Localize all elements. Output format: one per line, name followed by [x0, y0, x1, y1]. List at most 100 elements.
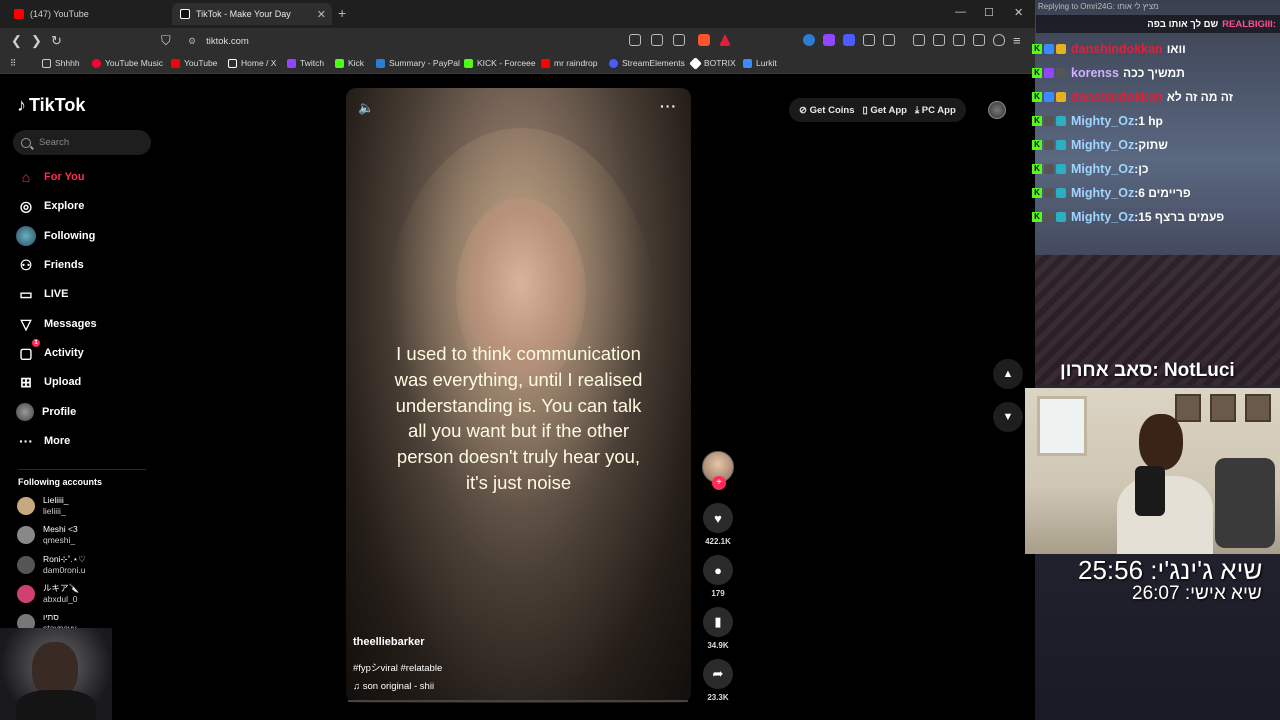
bookmark-label: BOTRIX — [704, 58, 736, 68]
nav-live[interactable]: ▭ LIVE — [16, 283, 156, 305]
bookmark-kick-forceee[interactable]: KICK - Forceee — [464, 58, 536, 68]
nav-messages[interactable]: ▽ Messages — [16, 313, 156, 335]
user-avatar[interactable] — [988, 101, 1006, 119]
extensions-icon[interactable] — [863, 34, 875, 46]
chat-line: K Mighty_Oz : 1 hp — [1032, 110, 1280, 132]
nav-friends[interactable]: ⚇ Friends — [16, 254, 156, 276]
bookmark-paypal[interactable]: Summary - PayPal — [376, 58, 460, 68]
close-window-icon[interactable]: ✕ — [1014, 6, 1023, 19]
avatar — [17, 585, 35, 603]
microphone — [1135, 466, 1165, 516]
share-button[interactable]: ➦ 23.3K — [700, 659, 736, 702]
save-button[interactable]: ▮ 34.9K — [700, 607, 736, 650]
nav-profile[interactable]: Profile — [16, 401, 156, 423]
following-account[interactable]: Lieliiii_ lieliiii_ — [17, 493, 157, 519]
new-tab-button[interactable]: + — [338, 5, 346, 21]
maximize-icon[interactable]: ☐ — [984, 6, 994, 19]
following-account[interactable]: Meshi <3 qmeshi_ — [17, 522, 157, 548]
video-progress-bar[interactable] — [348, 700, 688, 702]
subscriber-badge-icon — [1044, 44, 1054, 54]
following-account[interactable]: Roni⊹˚.⋆♡ dam0roni.u — [17, 552, 157, 578]
friends-icon: ⚇ — [19, 256, 33, 273]
webcam-chair — [1215, 458, 1275, 548]
minimize-icon[interactable]: — — [955, 6, 966, 18]
nav-upload[interactable]: ⊞ Upload — [16, 371, 156, 393]
bookmark-youtube-music[interactable]: YouTube Music — [92, 58, 163, 68]
pc-app-label: PC App — [921, 104, 956, 116]
video-hashtags[interactable]: #fypシviral #relatable — [353, 660, 442, 674]
twitch-extension-icon[interactable] — [823, 34, 835, 46]
wallet-icon[interactable] — [953, 34, 965, 46]
bookmark-lurkit[interactable]: Lurkit — [743, 58, 777, 68]
media-icon[interactable] — [913, 34, 925, 46]
pc-app-button[interactable]: ⤓ PC App — [915, 105, 956, 116]
next-video-button[interactable]: ▼ — [993, 402, 1023, 432]
kick-badge-icon: K — [1032, 116, 1042, 126]
bookmark-icon[interactable]: ⛉ — [161, 33, 171, 49]
extension-icon[interactable] — [843, 34, 855, 46]
bookmark-shhhh[interactable]: Shhhh — [42, 58, 80, 68]
brave-shield-icon[interactable] — [698, 34, 710, 46]
bookmark-kick[interactable]: Kick — [335, 58, 364, 68]
bookmark-streamelements[interactable]: StreamElements — [609, 58, 685, 68]
chat-username: Mighty_Oz — [1071, 186, 1135, 200]
more-options-icon[interactable]: ··· — [660, 98, 677, 114]
download-icon: ⤓ — [914, 104, 922, 116]
apps-icon[interactable]: ⠿ — [10, 58, 16, 69]
previous-video-button[interactable]: ▲ — [993, 359, 1023, 389]
bookmark-youtube[interactable]: YouTube — [171, 58, 217, 68]
comment-button[interactable]: ● 179 — [700, 555, 736, 598]
chat-line: K Mighty_Oz : 15 פעמים ברצף — [1032, 206, 1280, 228]
tiktok-logo[interactable]: ♪ TikTok — [17, 95, 85, 116]
nav-label: More — [44, 435, 71, 447]
creator-avatar[interactable]: + — [702, 451, 734, 490]
nav-label: Messages — [44, 318, 97, 330]
nav-explore[interactable]: ◎ Explore — [16, 195, 156, 217]
forward-icon[interactable]: ❯ — [31, 33, 42, 49]
chat-message: כן — [1138, 162, 1149, 176]
bookmark-x[interactable]: Home / X — [228, 58, 276, 68]
get-app-button[interactable]: ▯ Get App — [862, 105, 906, 116]
tab-youtube[interactable]: (147) YouTube — [6, 3, 170, 25]
comment-icon: ● — [703, 555, 733, 585]
cast-icon[interactable] — [651, 34, 663, 46]
extension-icon[interactable] — [803, 34, 815, 46]
site-info-icon[interactable]: ⚙ — [188, 36, 196, 47]
heart-icon: ♥ — [703, 503, 733, 533]
vpn-icon[interactable] — [993, 34, 1005, 46]
nav-label: Explore — [44, 200, 85, 212]
sidebar-icon[interactable] — [933, 34, 945, 46]
nav-label: For You — [44, 171, 85, 183]
get-coins-button[interactable]: ⊘ Get Coins — [799, 105, 854, 116]
search-input[interactable]: Search — [13, 130, 151, 155]
bookmark-mr-raindrop[interactable]: mr raindrop — [541, 58, 597, 68]
like-button[interactable]: ♥ 422.1K — [700, 503, 736, 546]
bookmark-label: YouTube — [184, 58, 218, 68]
leo-ai-icon[interactable] — [973, 34, 985, 46]
tab-tiktok[interactable]: TikTok - Make Your Day ✕ — [172, 3, 332, 25]
nav-for-you[interactable]: ⌂ For You — [16, 166, 156, 188]
menu-icon[interactable]: ≡ — [1013, 33, 1021, 48]
screen: (147) YouTube TikTok - Make Your Day ✕ +… — [0, 0, 1280, 720]
reload-icon[interactable]: ↻ — [51, 33, 62, 49]
video-sound[interactable]: ♫ son original - shii — [353, 681, 434, 692]
video-player[interactable]: 🔈 ··· I used to think communication was … — [346, 88, 691, 703]
nav-following[interactable]: Following — [16, 225, 156, 247]
volume-icon[interactable]: 🔈 — [358, 100, 374, 116]
chat-username: REALBIGIII: — [1222, 18, 1276, 30]
back-icon[interactable]: ❮ — [11, 33, 22, 49]
last-sub-label: סאב אחרון: NotLuci — [1060, 360, 1235, 381]
chat-top-message: שם לך אותו בפה REALBIGIII: — [1036, 15, 1280, 33]
following-account[interactable]: ルキア🔪 abxdul_0 — [17, 581, 157, 607]
bookmark-botrix[interactable]: BOTRIX — [689, 56, 736, 70]
video-author[interactable]: theelliebarker — [353, 636, 425, 648]
page-action-icon[interactable] — [629, 34, 641, 46]
nav-activity[interactable]: ▢ 1 Activity — [16, 339, 156, 364]
share-icon[interactable] — [673, 34, 685, 46]
nav-more[interactable]: ··· More — [16, 430, 156, 452]
extension-icon[interactable] — [883, 34, 895, 46]
close-tab-icon[interactable]: ✕ — [317, 8, 326, 21]
follow-plus-icon[interactable]: + — [712, 476, 726, 490]
bookmark-twitch[interactable]: Twitch — [287, 58, 324, 68]
upload-icon: ⊞ — [20, 373, 32, 390]
